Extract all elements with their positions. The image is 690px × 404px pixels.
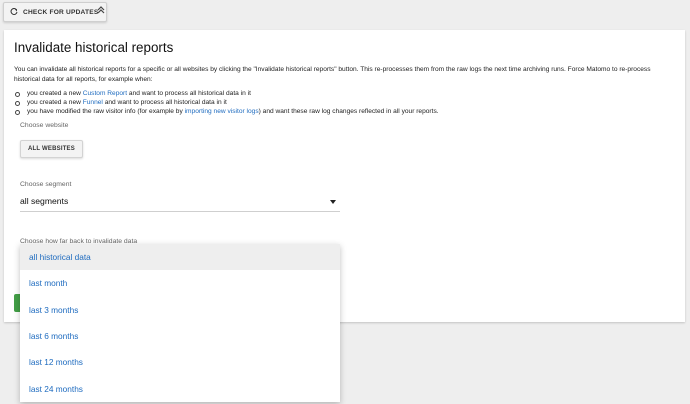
chevron-up-double-icon[interactable] [96,5,106,15]
caret-down-icon [330,200,336,204]
list-item-text: and want to process all historical data … [102,99,227,106]
list-item-text: and want to process all historical data … [127,90,251,97]
period-dropdown-menu: all historical data last month last 3 mo… [20,244,340,402]
check-for-updates-label: CHECK FOR UPDATES [23,8,99,16]
all-websites-button[interactable]: ALL WEBSITES [20,140,83,158]
period-option[interactable]: last 24 months [20,375,340,401]
period-option[interactable]: last 3 months [20,297,340,323]
period-option[interactable]: last 6 months [20,323,340,349]
custom-report-link[interactable]: Custom Report [83,90,127,97]
page-title: Invalidate historical reports [14,40,174,55]
list-item: you have modified the raw visitor info (… [14,107,439,116]
segment-select[interactable]: all segments [20,193,340,212]
all-websites-label: ALL WEBSITES [28,146,75,152]
segment-value: all segments [20,196,69,206]
list-item: you created a new Funnel and want to pro… [14,98,439,107]
list-item-text: you have modified the raw visitor info (… [27,108,185,115]
list-item-text: ) and want these raw log changes reflect… [258,108,439,115]
reasons-list: you created a new Custom Report and want… [14,89,439,116]
intro-text: You can invalidate all historical report… [14,66,651,83]
period-option[interactable]: all historical data [20,244,340,271]
import-visitor-logs-link[interactable]: importing new visitor logs [185,108,259,115]
list-item: you created a new Custom Report and want… [14,89,439,98]
period-option[interactable]: last month [20,270,340,296]
choose-website-label: Choose website [20,122,69,129]
choose-segment-label: Choose segment [20,181,72,188]
period-option[interactable]: last 12 months [20,349,340,375]
list-item-text: you created a new [27,90,83,97]
list-item-text: you created a new [27,99,83,106]
funnel-link[interactable]: Funnel [83,99,103,106]
top-toolbar: CHECK FOR UPDATES [0,0,690,26]
check-for-updates-button[interactable]: CHECK FOR UPDATES [3,2,108,22]
refresh-icon [10,8,18,15]
